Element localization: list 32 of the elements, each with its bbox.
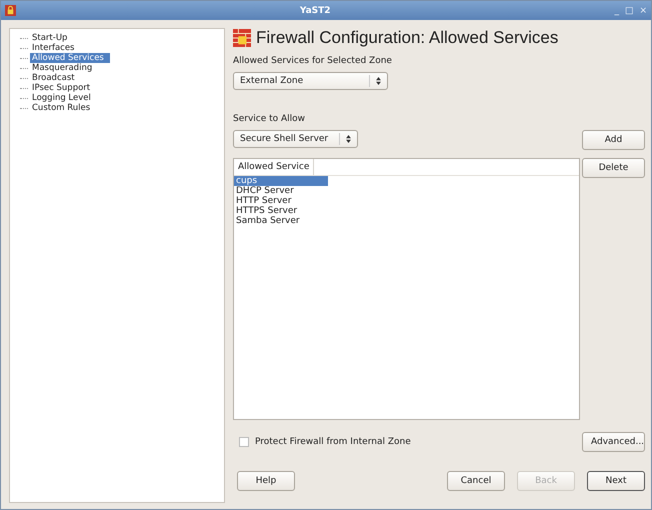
column-header[interactable]: Allowed Service	[234, 159, 314, 175]
field-label: Allowed Services for Selected Zone	[233, 56, 392, 66]
sidebar-item[interactable]: Masquerading	[30, 63, 94, 73]
zone-dropdown[interactable]: External Zone	[233, 72, 388, 90]
dialog-button[interactable]: Help	[237, 471, 295, 491]
list-item[interactable]: cups	[234, 176, 328, 186]
sidebar-item[interactable]: Broadcast	[30, 73, 77, 83]
list-item[interactable]: HTTPS Server	[234, 206, 328, 216]
list-item[interactable]: DHCP Server	[234, 186, 328, 196]
checkbox-label: Protect Firewall from Internal Zone	[255, 437, 411, 447]
sidebar-item[interactable]: Logging Level	[30, 93, 93, 103]
sidebar-item[interactable]: Interfaces	[30, 43, 76, 53]
checkbox[interactable]	[239, 437, 249, 447]
list-item[interactable]: Samba Server	[234, 216, 328, 226]
add-button[interactable]: Add	[582, 130, 645, 150]
field-label: Service to Allow	[233, 114, 306, 124]
sidebar-item[interactable]: IPsec Support	[30, 83, 92, 93]
sidebar-item[interactable]: Custom Rules	[30, 103, 92, 113]
firewall-icon	[233, 29, 251, 47]
sidebar-item[interactable]: Allowed Services	[30, 53, 110, 63]
dialog-button[interactable]: Next	[587, 471, 645, 491]
advanced-button[interactable]: Advanced...	[582, 432, 645, 452]
dialog-button[interactable]: Cancel	[447, 471, 505, 491]
page-heading: Firewall Configuration: Allowed Services	[256, 28, 558, 48]
lock-icon	[5, 5, 16, 16]
delete-button[interactable]: Delete	[582, 158, 645, 178]
updown-icon	[346, 135, 351, 143]
sidebar-item[interactable]: Start-Up	[30, 33, 70, 43]
window-title: YaST2	[298, 6, 332, 16]
list-item[interactable]: HTTP Server	[234, 196, 328, 206]
service-dropdown[interactable]: Secure Shell Server	[233, 130, 358, 148]
updown-icon	[376, 77, 381, 85]
